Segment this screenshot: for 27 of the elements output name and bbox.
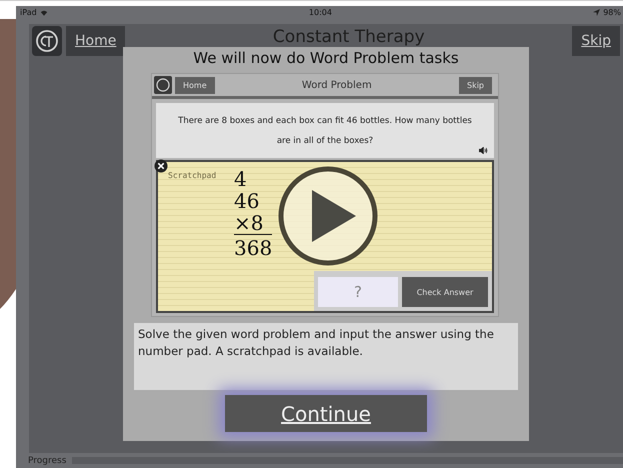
- continue-button[interactable]: Continue: [225, 395, 427, 432]
- skip-button: Skip: [458, 76, 492, 94]
- handwritten-number: ×8: [234, 212, 264, 234]
- progress-label: Progress: [28, 456, 66, 466]
- play-icon[interactable]: [278, 166, 378, 266]
- close-icon: [154, 159, 168, 173]
- home-button[interactable]: Home: [66, 26, 126, 56]
- battery-level: 98%: [603, 8, 621, 17]
- handwritten-number: 368: [234, 234, 272, 259]
- clock: 10:04: [308, 8, 333, 17]
- dialog-title: We will now do Word Problem tasks: [193, 48, 459, 69]
- task-title: Word Problem: [300, 80, 373, 90]
- description-text: Solve the given word problem and input the answer using the number pad. A scratchpad is available.: [138, 327, 494, 358]
- question-text: There are 8 boxes and each box can fit 46 bottles. How many bottles are in all of the boxes?: [178, 116, 472, 146]
- handwritten-number: 4: [234, 168, 247, 190]
- device-label: iPad: [20, 8, 37, 17]
- scratchpad-label: Scratchpad: [168, 171, 216, 180]
- answer-field: ?: [318, 277, 398, 307]
- check-answer-button: Check Answer: [402, 277, 488, 307]
- handwritten-number: 46: [234, 190, 260, 212]
- wifi-icon: [40, 9, 48, 16]
- home-button: Home: [175, 76, 215, 94]
- app-title: Constant Therapy: [272, 26, 426, 47]
- skip-button[interactable]: Skip: [572, 26, 620, 56]
- location-icon: [593, 9, 600, 16]
- video-preview[interactable]: Home Word Problem Skip There are 8 boxes and each box can fit 46 bottles. How many bottles are in all of the boxes? Scratchpad 4 46 ×8 368 ? Check Answer: [151, 73, 499, 317]
- speaker-icon: [479, 147, 488, 154]
